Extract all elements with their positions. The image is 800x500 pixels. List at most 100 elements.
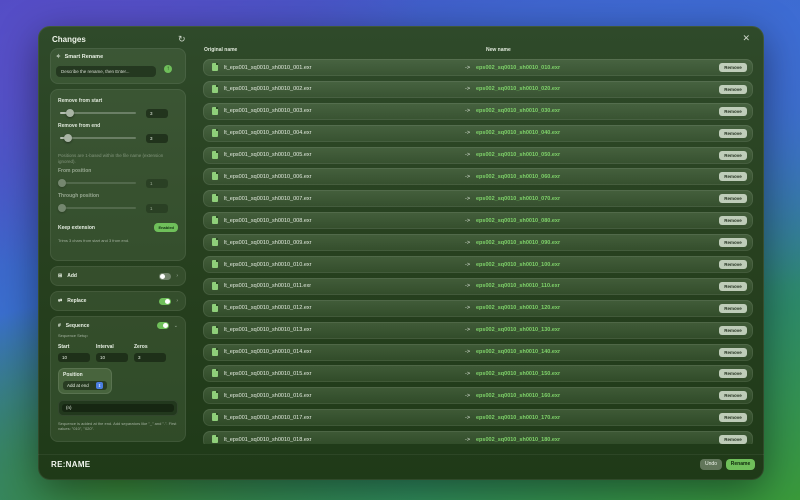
through-position-slider[interactable]	[58, 204, 136, 212]
remove-end-slider[interactable]	[60, 134, 136, 142]
new-name: eps002_sq0010_sh0010_020.exr	[476, 86, 561, 93]
smart-rename-card: ✧ Smart Rename Describe the rename, then…	[50, 48, 186, 84]
remove-file-button[interactable]: Remove	[719, 325, 747, 335]
keep-extension-label: Keep extension	[58, 224, 95, 231]
from-position-slider[interactable]	[58, 179, 136, 187]
remove-file-button[interactable]: Remove	[719, 128, 747, 138]
add-switch[interactable]	[159, 272, 172, 280]
rename-button[interactable]: Rename	[726, 459, 755, 470]
file-row[interactable]: lt_eps001_sq0010_sh0010_018.exr -> eps002_…	[203, 431, 753, 444]
file-row[interactable]: lt_eps001_sq0010_sh0010_010.exr -> eps002_…	[203, 256, 753, 274]
close-icon[interactable]: ✕	[742, 33, 750, 44]
start-field[interactable]: 10	[58, 353, 90, 362]
chevron-right-icon[interactable]: ›	[176, 273, 178, 279]
sequence-switch[interactable]	[156, 322, 169, 329]
file-row[interactable]: lt_eps001_sq0010_sh0010_012.exr -> eps002_…	[203, 299, 753, 317]
refresh-icon[interactable]: ↻	[178, 34, 186, 45]
remove-file-button[interactable]: Remove	[719, 281, 747, 291]
updown-icon: ⇕	[96, 382, 103, 389]
interval-field[interactable]: 10	[96, 353, 128, 362]
file-icon	[212, 325, 218, 334]
add-card[interactable]: ⊞ Add ›	[50, 266, 186, 286]
chevron-right-icon[interactable]: ›	[176, 298, 178, 304]
remove-file-button[interactable]: Remove	[719, 260, 747, 270]
remove-file-button[interactable]: Remove	[719, 194, 747, 204]
file-row[interactable]: lt_eps001_sq0010_sh0010_014.exr -> eps002_…	[203, 343, 753, 361]
new-name: eps002_sq0010_sh0010_030.exr	[476, 108, 561, 115]
file-icon	[212, 63, 218, 71]
file-row[interactable]: lt_eps001_sq0010_sh0010_013.exr -> eps002_…	[203, 321, 753, 339]
original-name: lt_eps001_sq0010_sh0010_005.exr	[224, 152, 312, 159]
remove-file-button[interactable]: Remove	[719, 216, 747, 226]
arrow-label: ->	[465, 414, 471, 421]
remove-file-button[interactable]: Remove	[719, 303, 747, 313]
replace-card[interactable]: ⇄ Replace ›	[50, 291, 186, 311]
through-position-field[interactable]: 1	[146, 203, 168, 213]
from-position-field[interactable]: 1	[146, 178, 168, 188]
remove-file-button[interactable]: Remove	[719, 172, 747, 182]
chevron-down-icon[interactable]: ⌄	[174, 323, 178, 329]
file-row[interactable]: lt_eps001_sq0010_sh0010_009.exr -> eps002_…	[203, 234, 753, 252]
file-row[interactable]: lt_eps001_sq0010_sh0010_017.exr -> eps002_…	[203, 409, 753, 427]
hash-icon: #	[58, 322, 61, 329]
new-name: eps002_sq0010_sh0010_170.exr	[476, 414, 561, 421]
remove-file-button[interactable]: Remove	[719, 84, 747, 94]
send-icon[interactable]: ↑	[164, 64, 172, 73]
remove-file-button[interactable]: Remove	[719, 347, 747, 357]
remove-file-button[interactable]: Remove	[719, 63, 747, 72]
original-name: lt_eps001_sq0010_sh0010_015.exr	[224, 370, 312, 377]
file-row[interactable]: lt_eps001_sq0010_sh0010_007.exr -> eps002_…	[203, 190, 753, 208]
file-row[interactable]: lt_eps001_sq0010_sh0010_002.exr -> eps002_…	[203, 80, 753, 98]
app-window: Changes ↻ ✕ ✧ Smart Rename Describe the …	[38, 26, 764, 480]
file-icon	[212, 84, 218, 93]
zeros-field[interactable]: 3	[134, 353, 166, 362]
from-position-label: From position	[58, 168, 92, 174]
add-label: Add	[67, 273, 77, 279]
file-icon	[212, 216, 218, 225]
file-row[interactable]: lt_eps001_sq0010_sh0010_004.exr -> eps002_…	[203, 124, 753, 142]
remove-start-field[interactable]: 3	[146, 108, 168, 118]
original-name: lt_eps001_sq0010_sh0010_011.exr	[224, 283, 312, 290]
arrow-label: ->	[465, 305, 471, 312]
remove-file-button[interactable]: Remove	[719, 369, 747, 379]
remove-file-button[interactable]: Remove	[719, 413, 747, 423]
start-label: Start	[58, 344, 70, 350]
file-row[interactable]: lt_eps001_sq0010_sh0010_001.exr -> eps002_…	[203, 59, 753, 76]
original-name: lt_eps001_sq0010_sh0010_004.exr	[224, 130, 312, 137]
sequence-note: Sequence is added at the end. Add separa…	[58, 421, 177, 431]
token-input[interactable]: (n)	[62, 404, 174, 412]
new-name: eps002_sq0010_sh0010_110.exr	[476, 283, 560, 290]
file-row[interactable]: lt_eps001_sq0010_sh0010_008.exr -> eps002_…	[203, 212, 753, 230]
new-name: eps002_sq0010_sh0010_130.exr	[476, 327, 561, 334]
arrow-label: ->	[465, 436, 471, 443]
file-icon	[212, 435, 218, 444]
position-select[interactable]: Add at end ⇕	[63, 381, 107, 390]
remove-file-button[interactable]: Remove	[719, 150, 747, 160]
file-row[interactable]: lt_eps001_sq0010_sh0010_011.exr -> eps002_…	[203, 277, 753, 295]
remove-file-button[interactable]: Remove	[719, 435, 747, 444]
replace-switch[interactable]	[159, 297, 172, 305]
remove-file-button[interactable]: Remove	[719, 238, 747, 248]
remove-end-field[interactable]: 3	[146, 133, 168, 143]
file-icon	[212, 281, 218, 290]
file-row[interactable]: lt_eps001_sq0010_sh0010_005.exr -> eps002_…	[203, 146, 753, 164]
remove-file-button[interactable]: Remove	[719, 391, 747, 401]
arrow-label: ->	[465, 130, 471, 137]
original-name: lt_eps001_sq0010_sh0010_002.exr	[224, 86, 312, 93]
file-row[interactable]: lt_eps001_sq0010_sh0010_016.exr -> eps002_…	[203, 387, 753, 405]
undo-button[interactable]: Undo	[700, 459, 722, 470]
arrow-label: ->	[465, 173, 471, 180]
file-row[interactable]: lt_eps001_sq0010_sh0010_015.exr -> eps002_…	[203, 365, 753, 383]
keep-extension-toggle[interactable]: Enabled	[154, 223, 178, 232]
remove-end-label: Remove from end	[58, 123, 101, 129]
remove-start-slider[interactable]	[60, 109, 136, 117]
sequence-label: Sequence	[65, 322, 90, 329]
new-name: eps002_sq0010_sh0010_180.exr	[476, 436, 561, 443]
arrow-label: ->	[465, 370, 471, 377]
window-title: Changes	[52, 35, 86, 44]
smart-rename-input[interactable]: Describe the rename, then Enter...	[56, 66, 156, 77]
original-name: lt_eps001_sq0010_sh0010_013.exr	[224, 327, 312, 334]
file-row[interactable]: lt_eps001_sq0010_sh0010_006.exr -> eps002_…	[203, 168, 753, 186]
file-row[interactable]: lt_eps001_sq0010_sh0010_003.exr -> eps002_…	[203, 102, 753, 120]
remove-file-button[interactable]: Remove	[719, 106, 747, 116]
